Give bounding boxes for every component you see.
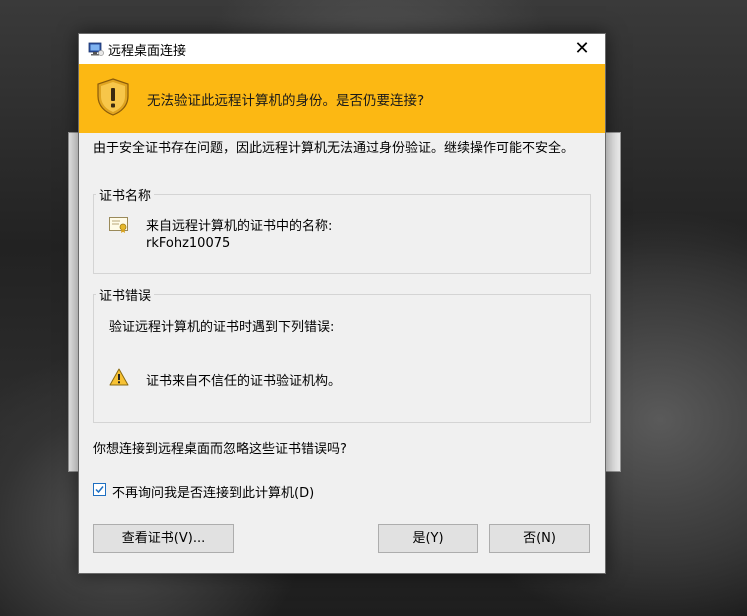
warning-triangle-icon [109, 368, 129, 386]
certificate-icon [109, 217, 128, 233]
group-legend: 证书名称 [96, 185, 155, 204]
dont-ask-again-checkbox[interactable] [93, 483, 106, 496]
close-button[interactable]: ✕ [559, 34, 605, 64]
window-title: 远程桌面连接 [108, 44, 187, 59]
view-certificate-button[interactable]: 查看证书(V)... [93, 524, 234, 553]
title-bar: 远程桌面连接 ✕ [79, 34, 605, 64]
question-text: 你想连接到远程桌面而忽略这些证书错误吗? [93, 442, 347, 457]
rdp-certificate-dialog: 远程桌面连接 ✕ 无法验证此远程计算机的身份。是否仍要连接? 由于安全证书存在问… [78, 33, 606, 574]
cert-error-description: 验证远程计算机的证书时遇到下列错误: [109, 320, 335, 335]
warning-banner: 无法验证此远程计算机的身份。是否仍要连接? [79, 64, 605, 133]
banner-text: 无法验证此远程计算机的身份。是否仍要连接? [147, 93, 425, 109]
cert-name-value: rkFohz10075 [146, 236, 231, 251]
checkmark-icon [95, 486, 104, 494]
certificate-error-group: 证书错误 验证远程计算机的证书时遇到下列错误: 证书来自不信任的证书验证机构。 [93, 285, 591, 423]
cert-name-description: 来自远程计算机的证书中的名称: [146, 219, 333, 234]
remote-desktop-icon [88, 42, 104, 56]
warning-shield-icon [97, 78, 129, 116]
cert-error-item: 证书来自不信任的证书验证机构。 [146, 374, 342, 389]
certificate-name-group: 证书名称 来自远程计算机的证书中的名称: rkFohz10075 [93, 185, 591, 274]
group-legend: 证书错误 [96, 285, 155, 304]
intro-text: 由于安全证书存在问题，因此远程计算机无法通过身份验证。继续操作可能不安全。 [93, 141, 575, 156]
no-button[interactable]: 否(N) [489, 524, 590, 553]
yes-button[interactable]: 是(Y) [378, 524, 478, 553]
dont-ask-again-label[interactable]: 不再询问我是否连接到此计算机(D) [112, 482, 314, 501]
close-icon: ✕ [574, 38, 590, 59]
